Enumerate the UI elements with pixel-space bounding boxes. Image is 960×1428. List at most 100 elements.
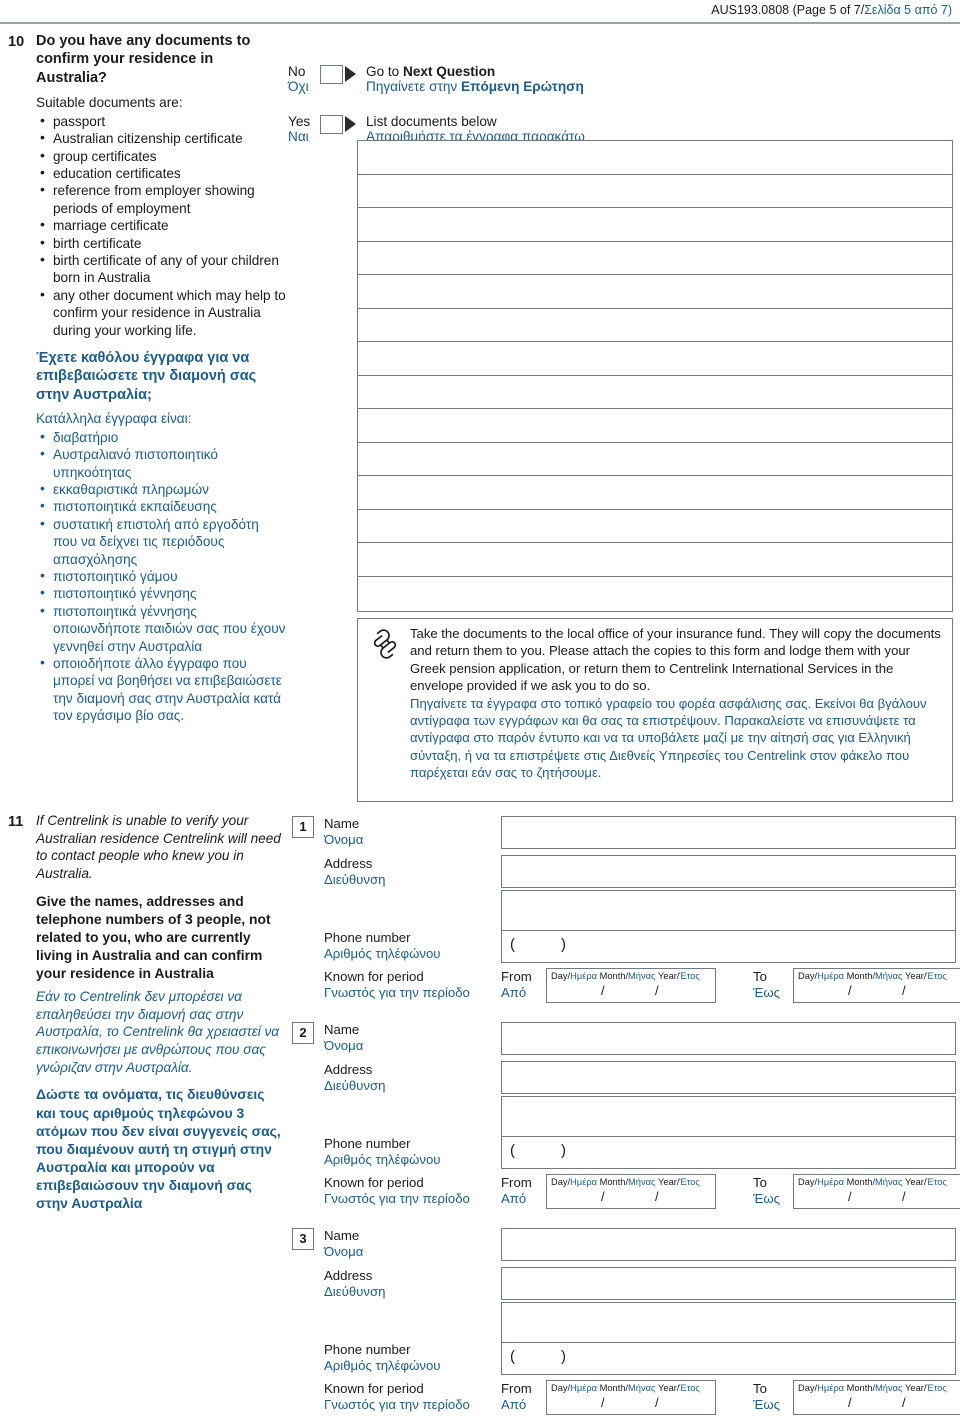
- period-label-en: Known for period: [324, 1175, 424, 1190]
- paren-open: (: [510, 936, 515, 953]
- list-item: passport: [36, 112, 286, 130]
- list-item: birth certificate of any of your childre…: [36, 251, 286, 287]
- list-item: education certificates: [36, 164, 286, 182]
- list-item: πιστοποιητικά εκπαίδευσης: [36, 497, 286, 515]
- phone-input[interactable]: [501, 1342, 956, 1375]
- phone-label-en: Phone number: [324, 1136, 411, 1151]
- answer-line[interactable]: [358, 275, 952, 309]
- answer-yes-checkbox[interactable]: [320, 115, 343, 134]
- answer-line[interactable]: [358, 342, 952, 376]
- phone-input[interactable]: [501, 930, 956, 963]
- answer-line[interactable]: [358, 141, 952, 175]
- date-to-input[interactable]: Day/Ημέρα Month/Μήνας Year/Έτος / /: [793, 1380, 960, 1415]
- answer-yes-label-en: Yes: [288, 114, 311, 129]
- instruction-note-en: Take the documents to the local office o…: [410, 626, 941, 694]
- answer-line[interactable]: [358, 577, 952, 611]
- answer-no-checkbox[interactable]: [320, 65, 343, 84]
- address-line1-input[interactable]: [501, 855, 956, 888]
- question-10-title-gr: Έχετε καθόλου έγγραφα για να επιβεβαιώσε…: [36, 349, 257, 403]
- date-header: Day/Ημέρα Month/Μήνας Year/Έτος: [798, 1383, 960, 1394]
- name-label-en: Name: [324, 1022, 360, 1037]
- day-label-gr: Ημέρα: [570, 971, 598, 981]
- name-input[interactable]: [501, 1228, 956, 1261]
- person-number-badge: 1: [292, 816, 314, 838]
- documents-list-answer-area[interactable]: [357, 140, 953, 612]
- date-from-input[interactable]: Day/Ημέρα Month/Μήνας Year/Έτος / /: [546, 1380, 716, 1415]
- period-label-gr: Γνωστός για την περίοδο: [324, 984, 470, 1000]
- address-label-en: Address: [324, 1062, 373, 1077]
- address-label-en: Address: [324, 856, 373, 871]
- answer-line[interactable]: [358, 242, 952, 275]
- period-label-en: Known for period: [324, 969, 424, 984]
- date-header: Day/Ημέρα Month/Μήνας Year/Έτος: [551, 1177, 713, 1188]
- date-separator: /: [655, 983, 659, 998]
- list-item: reference from employer showing periods …: [36, 181, 286, 217]
- question-10-bullets-en: passport Australian citizenship certific…: [36, 112, 286, 339]
- question-10-text-column: Do you have any documents to confirm you…: [36, 30, 286, 725]
- address-line1-input[interactable]: [501, 1267, 956, 1300]
- instruction-note-text: Take the documents to the local office o…: [410, 625, 944, 782]
- answer-line[interactable]: [358, 476, 952, 510]
- day-label-en: Day/: [798, 1177, 818, 1187]
- period-label: Known for period Γνωστός για την περίοδο: [324, 1175, 470, 1206]
- name-label-en: Name: [324, 816, 360, 831]
- list-item: οποιοδήποτε άλλο έγγραφο που μπορεί να β…: [36, 654, 286, 725]
- period-label-en: Known for period: [324, 1381, 424, 1396]
- list-item: διαβατήριο: [36, 428, 286, 446]
- month-label-gr: Μήνας: [875, 1383, 903, 1393]
- year-label-en: Year/: [905, 971, 927, 981]
- phone-label-gr: Αριθμός τηλέφώνου: [324, 945, 441, 961]
- address-label: Address Διεύθυνση: [324, 1268, 385, 1299]
- phone-label: Phone number Αριθμός τηλέφώνου: [324, 930, 441, 961]
- form-page: AUS193.0808 (Page 5 of 7/Σελίδα 5 από 7)…: [0, 0, 960, 1416]
- answer-line[interactable]: [358, 309, 952, 342]
- address-line1-input[interactable]: [501, 1061, 956, 1094]
- answer-line[interactable]: [358, 443, 952, 476]
- year-label-gr: Έτος: [679, 1383, 700, 1393]
- month-label-en: Month/: [846, 971, 876, 981]
- name-label: Name Όνομα: [324, 1022, 363, 1053]
- list-item: πιστοποιητικό γάμου: [36, 567, 286, 585]
- header-form-code: AUS193.0808: [711, 3, 790, 17]
- answer-line[interactable]: [358, 409, 952, 443]
- address-line2-input[interactable]: Postcode Ταχ. Κώδικας: [501, 890, 956, 934]
- answer-yes-label: Yes Ναι: [288, 114, 324, 144]
- answer-no-action-gr: Πηγαίνετε στην: [366, 79, 462, 94]
- list-item: group certificates: [36, 147, 286, 165]
- address-line2-input[interactable]: Postcode Ταχ. Κώδικας: [501, 1302, 956, 1346]
- date-to-input[interactable]: Day/Ημέρα Month/Μήνας Year/Έτος / /: [793, 1174, 960, 1209]
- person-number-badge: 2: [292, 1022, 314, 1044]
- date-from-input[interactable]: Day/Ημέρα Month/Μήνας Year/Έτος / /: [546, 968, 716, 1003]
- to-label-gr: Έως: [753, 1396, 780, 1412]
- contact-person-2: 2 Name Όνομα Address Διεύθυνση Phone num…: [288, 1018, 960, 1222]
- address-line2-input[interactable]: Postcode Ταχ. Κώδικας: [501, 1096, 956, 1140]
- date-from-input[interactable]: Day/Ημέρα Month/Μήνας Year/Έτος / /: [546, 1174, 716, 1209]
- name-label-gr: Όνομα: [324, 1037, 364, 1053]
- answer-line[interactable]: [358, 543, 952, 577]
- from-label: From Από: [501, 969, 532, 1000]
- phone-label-gr: Αριθμός τηλέφώνου: [324, 1151, 441, 1167]
- answer-line[interactable]: [358, 376, 952, 409]
- year-label-en: Year/: [905, 1383, 927, 1393]
- answer-option-no[interactable]: No Όχι Go to Next Question Πηγαίνετε στη…: [288, 64, 948, 98]
- name-input[interactable]: [501, 816, 956, 849]
- answer-yes-label-gr: Ναι: [288, 129, 309, 144]
- day-label-gr: Ημέρα: [817, 1383, 845, 1393]
- date-separator: /: [848, 1395, 852, 1410]
- phone-input[interactable]: [501, 1136, 956, 1169]
- list-item: πιστοποιητικό γέννησης: [36, 584, 286, 602]
- instruction-note-box: Take the documents to the local office o…: [357, 618, 953, 802]
- day-label-gr: Ημέρα: [817, 971, 845, 981]
- year-label-en: Year/: [658, 1177, 680, 1187]
- answer-line[interactable]: [358, 208, 952, 242]
- name-input[interactable]: [501, 1022, 956, 1055]
- month-label-en: Month/: [599, 1177, 629, 1187]
- answer-line[interactable]: [358, 175, 952, 208]
- date-to-input[interactable]: Day/Ημέρα Month/Μήνας Year/Έτος / /: [793, 968, 960, 1003]
- year-label-en: Year/: [658, 971, 680, 981]
- to-label-en: To: [753, 1175, 767, 1190]
- answer-line[interactable]: [358, 510, 952, 543]
- day-label-en: Day/: [551, 971, 571, 981]
- page-header: AUS193.0808 (Page 5 of 7/Σελίδα 5 από 7): [0, 0, 960, 24]
- paren-open: (: [510, 1142, 515, 1159]
